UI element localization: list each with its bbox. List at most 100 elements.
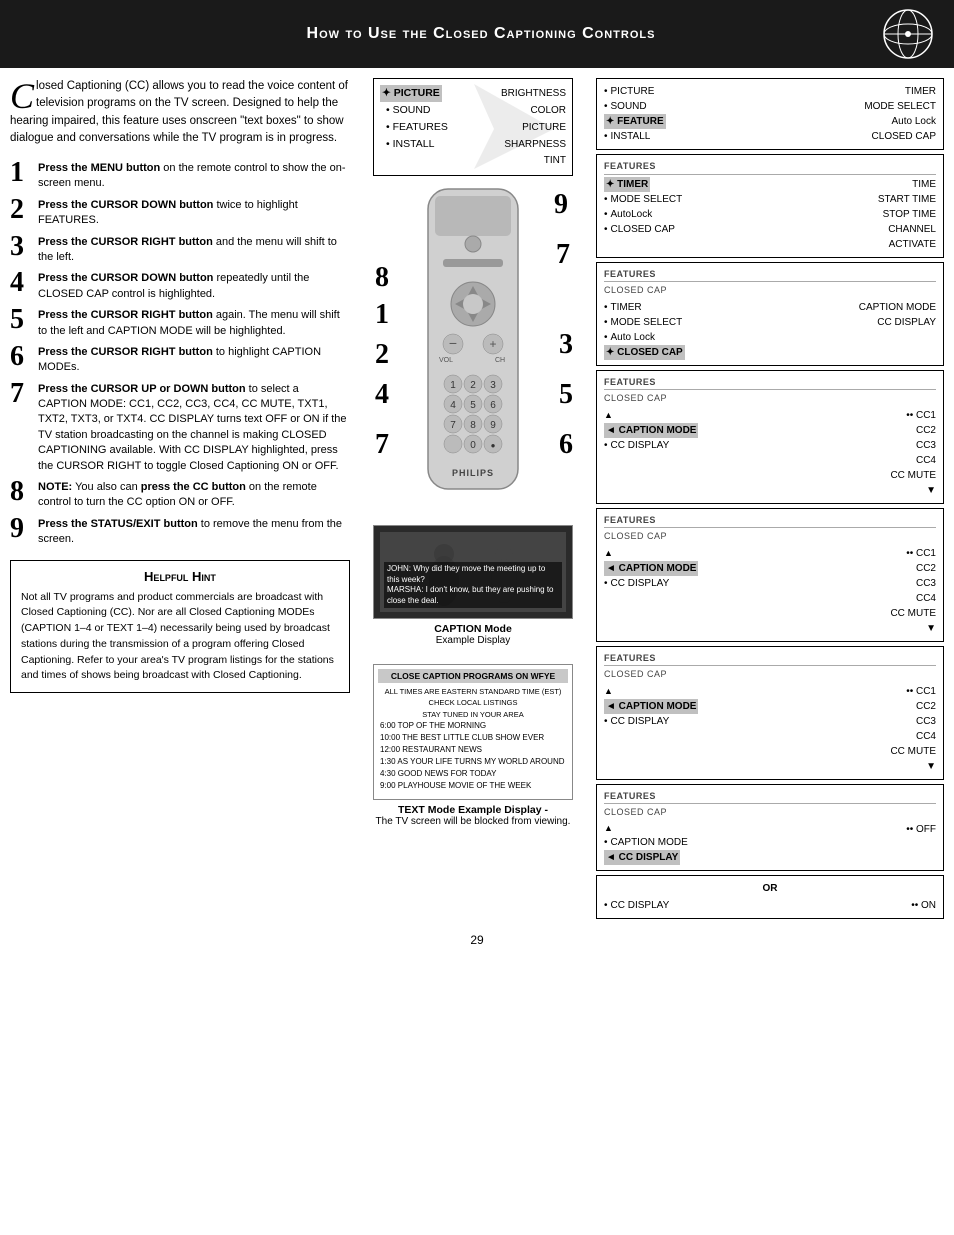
menu-init-right4: SHARPNESS [504, 137, 566, 153]
caption-example-box: JOHN: Why did they move the meeting up t… [373, 525, 573, 619]
timer-channel: CHANNEL [888, 222, 936, 237]
menu-init-right2: COLOR [530, 103, 566, 119]
cm3-caption-mode: ◄ CAPTION MODE [604, 699, 698, 714]
cc-on-or: OR [604, 881, 936, 896]
cm3-cc-mute: CC MUTE [890, 744, 936, 759]
caption-dialog-1: JOHN: Why did they move the meeting up t… [387, 564, 559, 585]
svg-text:6: 6 [490, 400, 496, 411]
timer-time: TIME [912, 177, 936, 192]
timer-activate: ACTIVATE [889, 237, 936, 252]
satellite-icon [882, 8, 934, 60]
menu-init-right3: PICTURE [522, 120, 566, 136]
step-number-3: 3 [10, 233, 32, 261]
caption-mode-label: CAPTION Mode [373, 623, 573, 635]
drop-cap: C [10, 82, 34, 111]
menu-box-cc-display-off: FEATURES CLOSED CAP ▲ CAPTION MODE ◄ CC … [596, 784, 944, 872]
svg-text:CH: CH [495, 357, 505, 364]
menu-box-cc-display-on: OR CC DISPLAY •• ON [596, 875, 944, 919]
svg-text:9: 9 [490, 420, 496, 431]
cm1-arrow-down: ▼ [890, 483, 936, 498]
svg-text:−: − [449, 335, 457, 351]
main-feature-highlight: ✦ FEATURE [604, 114, 666, 129]
middle-column: ✦ PICTURE BRIGHTNESS • SOUND COLOR • FEA… [358, 78, 588, 919]
step-3: 3 Press the CURSOR RIGHT button and the … [10, 233, 350, 266]
step-8: 8 NOTE: You also can press the CC button… [10, 478, 350, 511]
step-number-8: 8 [10, 478, 32, 506]
step-text-1: Press the MENU button on the remote cont… [38, 159, 350, 192]
text-mode-line3: STAY TUNED IN YOUR AREA [380, 709, 566, 720]
cc-closed-cap-highlight: ✦ CLOSED CAP [604, 345, 685, 360]
step-number-4: 4 [10, 269, 32, 297]
right-column: PICTURE TIMER SOUND MODE SELECT ✦ FEATUR… [596, 78, 944, 919]
intro-body: losed Captioning (CC) allows you to read… [10, 80, 348, 144]
main-mode-select: MODE SELECT [864, 99, 936, 114]
intro-text: C losed Captioning (CC) allows you to re… [10, 78, 350, 147]
cm2-caption-mode: ◄ CAPTION MODE [604, 561, 698, 576]
cm1-cc1: •• CC1 [890, 408, 936, 423]
cm2-cc3: CC3 [890, 576, 936, 591]
cm2-cc1: •• CC1 [890, 546, 936, 561]
cm1-cc4: CC4 [890, 453, 936, 468]
features-cc-title: FEATURES [604, 268, 936, 283]
cm1-cc2: CC2 [890, 423, 936, 438]
menu-init-features: • FEATURES [380, 119, 448, 136]
menu-box-main: PICTURE TIMER SOUND MODE SELECT ✦ FEATUR… [596, 78, 944, 150]
cc-off-caption-mode: CAPTION MODE [604, 835, 688, 850]
cc-caption-mode: CAPTION MODE [859, 300, 936, 315]
main-timer: TIMER [905, 84, 936, 99]
cm2-cc2: CC2 [890, 561, 936, 576]
text-mode-line2: CHECK LOCAL LISTINGS [380, 697, 566, 708]
cm2-cc-mute: CC MUTE [890, 606, 936, 621]
svg-text:0: 0 [470, 440, 476, 451]
cm1-title: FEATURES [604, 376, 936, 391]
cm3-arrow-down: ▼ [890, 759, 936, 774]
cm2-cc-display: CC DISPLAY [604, 576, 890, 591]
text-mode-line1: ALL TIMES ARE EASTERN STANDARD TIME (EST… [380, 686, 566, 697]
svg-text:VOL: VOL [439, 357, 453, 364]
steps-container: 1 Press the MENU button on the remote co… [10, 159, 350, 548]
remote-control: − + VOL CH 1 2 3 4 5 6 [373, 184, 573, 517]
step-text-2: Press the CURSOR DOWN button twice to hi… [38, 196, 350, 229]
step-6: 6 Press the CURSOR RIGHT button to highl… [10, 343, 350, 376]
step-number-7: 7 [10, 380, 32, 408]
timer-highlight: ✦ TIMER [604, 177, 650, 192]
step-text-3: Press the CURSOR RIGHT button and the me… [38, 233, 350, 266]
main-closed-cap: CLOSED CAP [872, 129, 936, 144]
step-1: 1 Press the MENU button on the remote co… [10, 159, 350, 192]
step-text-5: Press the CURSOR RIGHT button again. The… [38, 306, 350, 339]
step-text-8: NOTE: You also can press the CC button o… [38, 478, 350, 511]
step-text-9: Press the STATUS/EXIT button to remove t… [38, 515, 350, 548]
menu-init-install: • INSTALL [380, 136, 434, 153]
svg-text:3: 3 [490, 380, 496, 391]
cm1-subtitle: CLOSED CAP [604, 392, 936, 406]
text-mode-label: TEXT Mode Example Display - [373, 804, 573, 816]
step-text-6: Press the CURSOR RIGHT button to highlig… [38, 343, 350, 376]
step-2: 2 Press the CURSOR DOWN button twice to … [10, 196, 350, 229]
svg-text:8: 8 [470, 420, 476, 431]
cc-on-label: CC DISPLAY [611, 900, 670, 911]
cc-off-up: ▲ [604, 822, 688, 836]
svg-text:●: ● [491, 441, 496, 450]
cm3-cc-display: CC DISPLAY [604, 714, 890, 729]
step-number-6: 6 [10, 343, 32, 371]
cc-off-value: •• OFF [906, 822, 936, 837]
cm1-cc-mute: CC MUTE [890, 468, 936, 483]
cc-cc-display: CC DISPLAY [877, 315, 936, 330]
left-column: C losed Captioning (CC) allows you to re… [10, 78, 350, 919]
menu-init-sound: • SOUND [380, 102, 431, 119]
text-mode-box: CLOSE CAPTION PROGRAMS ON WFYE ALL TIMES… [373, 664, 573, 800]
cc-off-title: FEATURES [604, 790, 936, 805]
svg-text:PHILIPS: PHILIPS [452, 468, 494, 478]
page-title: How to Use the Closed Captioning Control… [80, 25, 882, 43]
timer-stop-time: STOP TIME [883, 207, 936, 222]
hint-text: Not all TV programs and product commerci… [21, 590, 339, 685]
cc-mode-select: MODE SELECT [604, 315, 682, 330]
cm3-cc3: CC3 [890, 714, 936, 729]
main-install: INSTALL [604, 129, 650, 144]
menu-box-features-timer: FEATURES ✦ TIMER TIME MODE SELECT START … [596, 154, 944, 258]
step-9: 9 Press the STATUS/EXIT button to remove… [10, 515, 350, 548]
svg-text:4: 4 [450, 400, 456, 411]
step-number-9: 9 [10, 515, 32, 543]
text-mode-prog2: 10:00 THE BEST LITTLE CLUB SHOW EVER [380, 732, 566, 744]
step-number-5: 5 [10, 306, 32, 334]
